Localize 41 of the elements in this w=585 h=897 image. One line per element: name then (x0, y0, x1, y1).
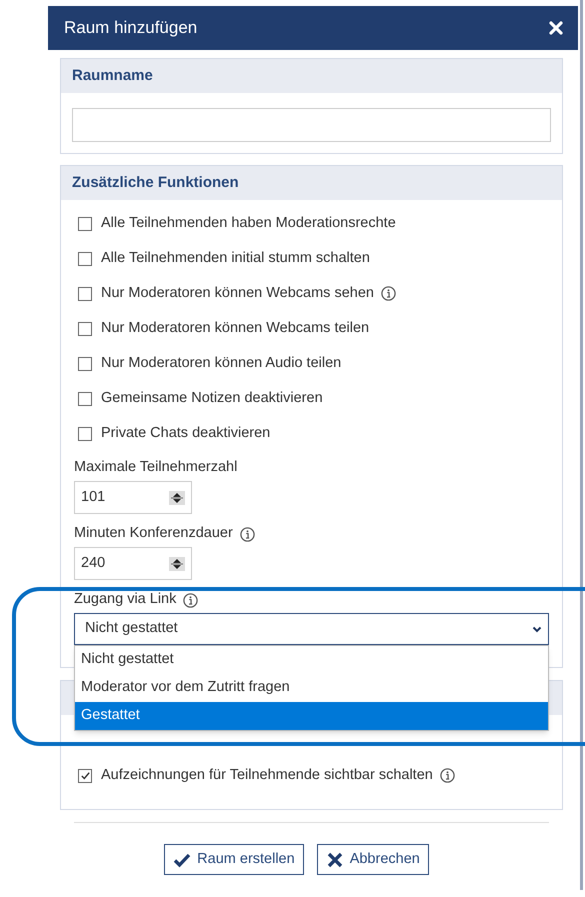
dropdown-option[interactable]: Gestattet (75, 702, 548, 730)
checkbox-label: Alle Teilnehmenden haben Moderationsrechte (101, 214, 396, 233)
select-field[interactable]: Nicht gestattet (74, 613, 549, 645)
checkbox-label: Private Chats deaktivieren (101, 424, 270, 443)
checkbox-label: Nur Moderatoren können Audio teilen (101, 354, 342, 373)
spinner-icon[interactable] (169, 556, 185, 570)
create-button[interactable]: Raum erstellen (164, 844, 304, 875)
chevron-icon (532, 624, 542, 634)
dropdown-option[interactable]: Moderator vor dem Zutritt fragen (75, 674, 548, 702)
checkbox-label: Aufzeichnungen für Teilnehmende sichtbar schalten (101, 766, 433, 785)
checkmark-icon (173, 852, 192, 868)
spinner-icon[interactable] (169, 490, 185, 504)
checkbox-label: Nur Moderatoren können Webcams sehen (101, 284, 374, 303)
cancel-button[interactable]: Abbrechen (316, 844, 429, 875)
close-icon (326, 852, 344, 868)
info-icon[interactable] (380, 286, 396, 301)
number-field[interactable]: 240 (74, 547, 192, 580)
checkbox-label: Alle Teilnehmenden initial stumm schalten (101, 248, 370, 268)
checkbox-label: Gemeinsame Notizen deaktivieren (101, 388, 323, 408)
checkbox-label: Nur Moderatoren können Webcams teilen (101, 318, 370, 338)
dropdown-option[interactable]: Nicht gestattet (75, 646, 548, 674)
section-title: Zusätzliche Funktionen (72, 172, 239, 193)
checkbox[interactable] (78, 322, 92, 336)
checkbox[interactable] (78, 426, 92, 440)
info-icon[interactable] (183, 592, 198, 608)
checkbox[interactable] (78, 356, 92, 370)
field-label: Zugang via Link (74, 590, 176, 610)
field-label: Minuten Konferenzdauer (74, 524, 233, 544)
checkbox[interactable] (78, 216, 92, 230)
info-icon[interactable] (240, 526, 255, 542)
checkbox[interactable] (78, 768, 92, 782)
checkbox[interactable] (78, 392, 92, 406)
info-icon[interactable] (440, 768, 455, 783)
number-field[interactable]: 101 (74, 481, 192, 514)
close-icon[interactable] (548, 20, 564, 36)
dialog-title: Raum hinzufügen (64, 17, 198, 40)
checkbox[interactable] (78, 286, 92, 300)
checkbox[interactable] (78, 252, 92, 266)
text-input[interactable] (72, 108, 551, 142)
section-title: Raumname (72, 66, 153, 86)
field-label: Maximale Teilnehmerzahl (74, 458, 238, 478)
